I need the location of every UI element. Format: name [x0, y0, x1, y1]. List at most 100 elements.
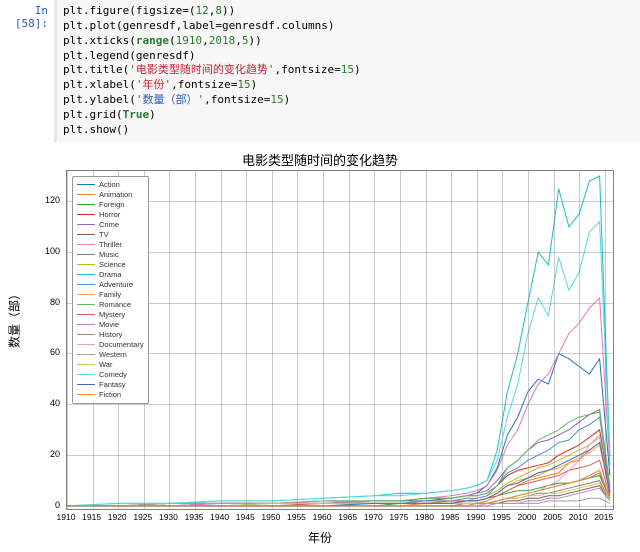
- chart-lines: [67, 171, 613, 509]
- legend-item: Animation: [77, 190, 144, 200]
- x-tick-label: 1995: [492, 512, 511, 522]
- legend-label: Family: [99, 290, 121, 299]
- y-tick-label: 0: [10, 500, 60, 510]
- legend-label: Crime: [99, 220, 119, 229]
- legend-label: Movie: [99, 320, 119, 329]
- legend-label: Horror: [99, 210, 120, 219]
- cell-prompt: In [58]:: [0, 0, 54, 142]
- legend-label: Documentary: [99, 340, 144, 349]
- x-tick-label: 2005: [543, 512, 562, 522]
- x-tick-label: 1980: [415, 512, 434, 522]
- legend-item: Romance: [77, 300, 144, 310]
- legend-label: Action: [99, 180, 120, 189]
- code-block[interactable]: plt.figure(figsize=(12,8))plt.plot(genre…: [54, 0, 640, 142]
- x-tick-label: 1935: [185, 512, 204, 522]
- legend-swatch: [77, 354, 95, 355]
- legend-item: Movie: [77, 320, 144, 330]
- legend-swatch: [77, 254, 95, 255]
- legend-swatch: [77, 244, 95, 245]
- legend-label: Western: [99, 350, 127, 359]
- x-tick-label: 1915: [82, 512, 101, 522]
- legend-item: Family: [77, 290, 144, 300]
- legend: ActionAnimationForeignHorrorCrimeTVThril…: [72, 176, 149, 404]
- legend-swatch: [77, 204, 95, 205]
- legend-item: War: [77, 360, 144, 370]
- legend-swatch: [77, 374, 95, 375]
- legend-swatch: [77, 364, 95, 365]
- legend-label: Music: [99, 250, 119, 259]
- legend-label: History: [99, 330, 122, 339]
- legend-item: Horror: [77, 210, 144, 220]
- y-tick-label: 120: [10, 195, 60, 205]
- legend-label: War: [99, 360, 112, 369]
- legend-swatch: [77, 334, 95, 335]
- y-tick-label: 60: [10, 347, 60, 357]
- x-tick-label: 1950: [261, 512, 280, 522]
- legend-item: Action: [77, 180, 144, 190]
- x-tick-label: 1910: [57, 512, 76, 522]
- legend-swatch: [77, 284, 95, 285]
- x-tick-label: 2015: [594, 512, 613, 522]
- legend-item: Foreign: [77, 200, 144, 210]
- x-tick-label: 1970: [364, 512, 383, 522]
- legend-item: Science: [77, 260, 144, 270]
- x-tick-label: 1945: [236, 512, 255, 522]
- legend-swatch: [77, 294, 95, 295]
- legend-label: Adventure: [99, 280, 133, 289]
- y-tick-label: 100: [10, 246, 60, 256]
- x-tick-label: 1920: [108, 512, 127, 522]
- x-tick-label: 1965: [338, 512, 357, 522]
- legend-swatch: [77, 264, 95, 265]
- legend-label: Mystery: [99, 310, 125, 319]
- legend-label: Fiction: [99, 390, 121, 399]
- legend-label: Foreign: [99, 200, 124, 209]
- legend-label: TV: [99, 230, 109, 239]
- x-tick-label: 2010: [569, 512, 588, 522]
- legend-swatch: [77, 314, 95, 315]
- legend-swatch: [77, 324, 95, 325]
- legend-item: Fantasy: [77, 380, 144, 390]
- y-tick-label: 40: [10, 398, 60, 408]
- legend-item: Fiction: [77, 390, 144, 400]
- legend-swatch: [77, 274, 95, 275]
- legend-swatch: [77, 214, 95, 215]
- legend-item: Documentary: [77, 340, 144, 350]
- legend-item: Mystery: [77, 310, 144, 320]
- legend-item: Crime: [77, 220, 144, 230]
- legend-swatch: [77, 304, 95, 305]
- legend-swatch: [77, 234, 95, 235]
- legend-swatch: [77, 394, 95, 395]
- legend-item: Thriller: [77, 240, 144, 250]
- legend-item: Drama: [77, 270, 144, 280]
- legend-swatch: [77, 344, 95, 345]
- legend-item: History: [77, 330, 144, 340]
- legend-label: Comedy: [99, 370, 127, 379]
- chart-title: 电影类型随时间的变化趋势: [10, 150, 630, 169]
- legend-item: Western: [77, 350, 144, 360]
- x-tick-label: 1940: [210, 512, 229, 522]
- legend-label: Fantasy: [99, 380, 126, 389]
- x-tick-label: 2000: [517, 512, 536, 522]
- legend-label: Animation: [99, 190, 132, 199]
- x-tick-label: 1930: [159, 512, 178, 522]
- legend-label: Drama: [99, 270, 122, 279]
- legend-swatch: [77, 384, 95, 385]
- legend-swatch: [77, 184, 95, 185]
- legend-swatch: [77, 224, 95, 225]
- legend-item: TV: [77, 230, 144, 240]
- x-tick-label: 1960: [313, 512, 332, 522]
- y-tick-label: 80: [10, 297, 60, 307]
- notebook-cell: In [58]: plt.figure(figsize=(12,8))plt.p…: [0, 0, 640, 142]
- x-axis-label: 年份: [10, 529, 630, 546]
- x-tick-label: 1990: [466, 512, 485, 522]
- legend-swatch: [77, 194, 95, 195]
- y-tick-label: 20: [10, 449, 60, 459]
- legend-label: Thriller: [99, 240, 122, 249]
- legend-label: Romance: [99, 300, 131, 309]
- x-tick-label: 1955: [287, 512, 306, 522]
- x-tick-label: 1925: [133, 512, 152, 522]
- legend-label: Science: [99, 260, 126, 269]
- legend-item: Adventure: [77, 280, 144, 290]
- chart-output: 电影类型随时间的变化趋势 数量（部） 年份 ActionAnimationFor…: [10, 148, 630, 548]
- x-tick-label: 1975: [389, 512, 408, 522]
